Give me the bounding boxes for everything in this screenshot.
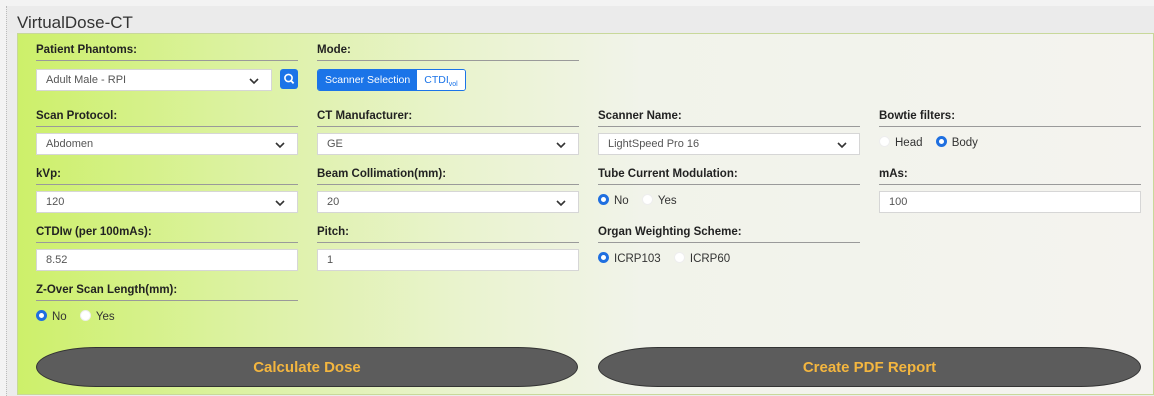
organ-weighting-icrp60-label: ICRP60 (689, 253, 731, 265)
mode-ctdivol-button[interactable]: CTDIvol (417, 70, 465, 90)
pitch-input[interactable]: 1 (317, 249, 579, 271)
patient-phantoms-label: Patient Phantoms: (36, 44, 298, 61)
bowtie-head-label: Head (895, 137, 923, 149)
beam-collimation-select[interactable]: 20 (317, 191, 579, 213)
kvp-value: 120 (46, 196, 65, 208)
bowtie-body-label: Body (951, 137, 978, 149)
organ-weighting-label: Organ Weighting Scheme: (598, 226, 860, 243)
patient-phantoms-field: Patient Phantoms: (36, 44, 298, 61)
ct-manufacturer-value: GE (327, 138, 343, 150)
radio-off-icon (641, 194, 653, 205)
title-bar: VirtualDose-CT (7, 6, 1154, 33)
ctdiw-input[interactable]: 8.52 (36, 249, 298, 271)
chevron-down-icon (275, 142, 285, 149)
bowtie-field: Bowtie filters: (879, 110, 1141, 127)
mas-input[interactable]: 100 (879, 191, 1141, 213)
z-over-yes-label: Yes (95, 311, 115, 323)
z-over-field: Z-Over Scan Length(mm): (36, 284, 298, 301)
chevron-down-icon (837, 142, 847, 149)
patient-phantoms-value: Adult Male - RPI (46, 74, 127, 86)
scanner-name-label: Scanner Name: (598, 110, 860, 127)
scan-protocol-label: Scan Protocol: (36, 110, 298, 127)
z-over-option-yes[interactable]: Yes (79, 310, 115, 323)
pitch-label: Pitch: (317, 226, 579, 243)
radio-on-icon (935, 136, 947, 147)
pitch-value: 1 (327, 254, 334, 266)
kvp-select[interactable]: 120 (36, 191, 298, 213)
organ-weighting-option-icrp103[interactable]: ICRP103 (598, 252, 661, 265)
scan-protocol-value: Abdomen (46, 138, 94, 150)
calculate-dose-label: Calculate Dose (253, 359, 361, 376)
organ-weighting-field: Organ Weighting Scheme: (598, 226, 860, 243)
kvp-field: kVp: (36, 168, 298, 185)
ct-manufacturer-label: CT Manufacturer: (317, 110, 579, 127)
mode-scanner-selection-button[interactable]: Scanner Selection (318, 70, 418, 90)
scanner-name-select[interactable]: LightSpeed Pro 16 (598, 133, 860, 155)
mas-label: mAs: (879, 168, 1141, 185)
ct-manufacturer-field: CT Manufacturer: (317, 110, 579, 127)
pitch-field: Pitch: (317, 226, 579, 243)
scanner-name-value: LightSpeed Pro 16 (608, 138, 700, 150)
create-pdf-report-label: Create PDF Report (802, 359, 937, 376)
beam-collimation-label: Beam Collimation(mm): (317, 168, 579, 185)
bowtie-radio-group: Head Body (879, 136, 988, 149)
radio-off-icon (79, 310, 91, 321)
ctdiw-field: CTDIw (per 100mAs): (36, 226, 298, 243)
beam-collimation-value: 20 (327, 196, 340, 208)
scan-protocol-select[interactable]: Abdomen (36, 133, 298, 155)
mode-ctdi-subscript: vol (448, 81, 458, 89)
radio-on-icon (598, 252, 609, 263)
radio-on-icon (598, 194, 609, 205)
scanner-name-field: Scanner Name: (598, 110, 860, 127)
mode-toggle: Scanner Selection CTDIvol (317, 69, 466, 91)
mode-ctdi-label: CTDI (424, 74, 449, 86)
ctdiw-value: 8.52 (46, 254, 68, 266)
chevron-down-icon (556, 200, 566, 207)
tube-current-field: Tube Current Modulation: (598, 168, 860, 185)
beam-collimation-field: Beam Collimation(mm): (317, 168, 579, 185)
mode-field: Mode: (317, 44, 579, 61)
ct-manufacturer-select[interactable]: GE (317, 133, 579, 155)
tube-current-option-no[interactable]: No (598, 194, 629, 207)
app-title: VirtualDose-CT (17, 13, 133, 32)
kvp-label: kVp: (36, 168, 298, 185)
scan-protocol-field: Scan Protocol: (36, 110, 298, 127)
bowtie-option-body[interactable]: Body (935, 136, 978, 149)
calculate-dose-button[interactable]: Calculate Dose (36, 347, 578, 387)
organ-weighting-option-icrp60[interactable]: ICRP60 (673, 252, 731, 265)
organ-weighting-radio-group: ICRP103 ICRP60 (598, 252, 740, 265)
search-icon (284, 73, 295, 85)
mas-value: 100 (889, 196, 908, 208)
patient-phantoms-select[interactable]: Adult Male - RPI (36, 69, 272, 91)
ctdiw-label: CTDIw (per 100mAs): (36, 226, 298, 243)
mas-field: mAs: (879, 168, 1141, 185)
mode-label: Mode: (317, 44, 579, 61)
tube-current-yes-label: Yes (657, 195, 677, 207)
tube-current-radio-group: No Yes (598, 194, 687, 207)
bowtie-label: Bowtie filters: (879, 110, 1141, 127)
z-over-option-no[interactable]: No (36, 310, 67, 323)
phantom-search-button[interactable] (280, 69, 298, 89)
z-over-label: Z-Over Scan Length(mm): (36, 284, 298, 301)
z-over-radio-group: No Yes (36, 310, 125, 323)
radio-on-icon (36, 310, 47, 321)
chevron-down-icon (249, 78, 259, 85)
dose-form-panel: Patient Phantoms: Adult Male - RPI Mode:… (17, 33, 1154, 395)
radio-off-icon (673, 252, 685, 263)
organ-weighting-icrp103-label: ICRP103 (614, 253, 661, 265)
mode-scanner-selection-label: Scanner Selection (325, 74, 411, 86)
bowtie-option-head[interactable]: Head (879, 136, 923, 149)
radio-off-icon (879, 136, 890, 147)
create-pdf-report-button[interactable]: Create PDF Report (598, 347, 1141, 387)
chevron-down-icon (556, 142, 566, 149)
tube-current-label: Tube Current Modulation: (598, 168, 860, 185)
z-over-no-label: No (52, 311, 67, 323)
tube-current-option-yes[interactable]: Yes (641, 194, 677, 207)
chevron-down-icon (275, 200, 285, 207)
tube-current-no-label: No (614, 195, 629, 207)
